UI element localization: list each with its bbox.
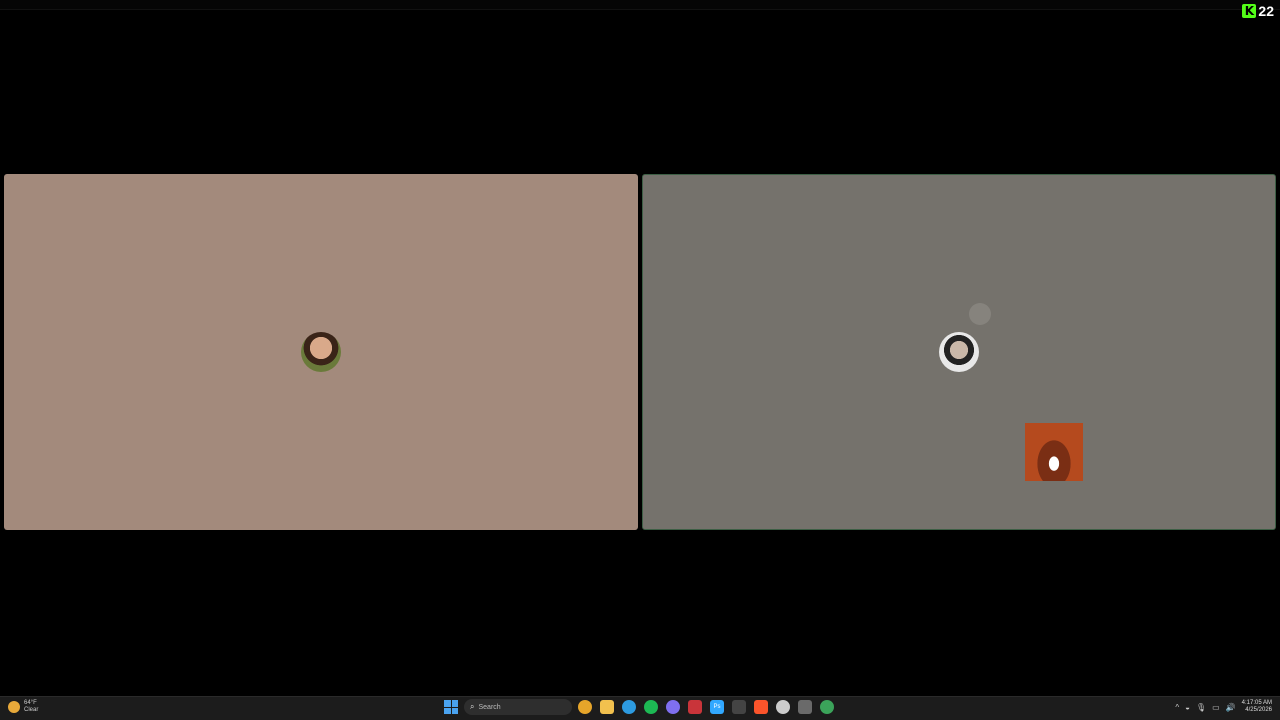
terminal-icon[interactable] <box>732 700 746 714</box>
clock-time: 4:17:05 AM <box>1241 700 1272 706</box>
weather-temp: 64°F <box>24 700 37 706</box>
participant-avatar <box>301 332 341 372</box>
windows-taskbar: 64°F Clear ⌕ Search Ps ^ ◒ 🎙 ▭ 🔊 4:17:05… <box>0 696 1280 720</box>
spotify-icon[interactable] <box>644 700 658 714</box>
chevron-up-icon[interactable]: ^ <box>1175 703 1179 712</box>
microphone-icon[interactable]: 🎙 <box>1196 703 1206 712</box>
window-top-bar <box>0 0 1280 10</box>
participant-tile-left[interactable] <box>4 174 638 530</box>
app-circle-icon[interactable] <box>776 700 790 714</box>
system-tray: ^ ◒ 🎙 ▭ 🔊 4:17:05 AM 4/25/2026 <box>1175 700 1272 714</box>
clock-date: 4/25/2026 <box>1245 707 1272 713</box>
steam-icon[interactable] <box>798 700 812 714</box>
weather-condition: Clear <box>24 707 39 713</box>
file-explorer-icon[interactable] <box>600 700 614 714</box>
viewer-count-badge: K 22 <box>1242 2 1274 20</box>
discord-icon[interactable] <box>666 700 680 714</box>
browser-alt-icon[interactable] <box>820 700 834 714</box>
search-placeholder: Search <box>478 703 501 711</box>
chrome-icon[interactable] <box>578 700 592 714</box>
viewer-count: 22 <box>1258 3 1274 19</box>
edge-icon[interactable] <box>622 700 636 714</box>
moon-icon <box>8 701 20 713</box>
speaking-indicator-icon <box>969 303 991 325</box>
brave-icon[interactable] <box>754 700 768 714</box>
photoshop-icon[interactable]: Ps <box>710 700 724 714</box>
windows-start-icon[interactable] <box>444 700 458 714</box>
laughing-emote-image <box>1025 423 1083 481</box>
search-icon: ⌕ <box>470 702 475 711</box>
kick-logo-icon: K <box>1242 4 1257 18</box>
weather-widget[interactable]: 64°F Clear <box>8 700 38 714</box>
participant-avatar <box>939 332 979 372</box>
participant-tile-right[interactable] <box>642 174 1276 530</box>
taskbar-search-input[interactable]: ⌕ Search <box>464 699 572 715</box>
network-icon[interactable]: ◒ <box>1185 703 1190 712</box>
taskbar-clock[interactable]: 4:17:05 AM 4/25/2026 <box>1242 700 1272 714</box>
volume-icon[interactable]: 🔊 <box>1226 703 1236 712</box>
display-icon[interactable]: ▭ <box>1212 703 1220 712</box>
obs-icon[interactable] <box>688 700 702 714</box>
